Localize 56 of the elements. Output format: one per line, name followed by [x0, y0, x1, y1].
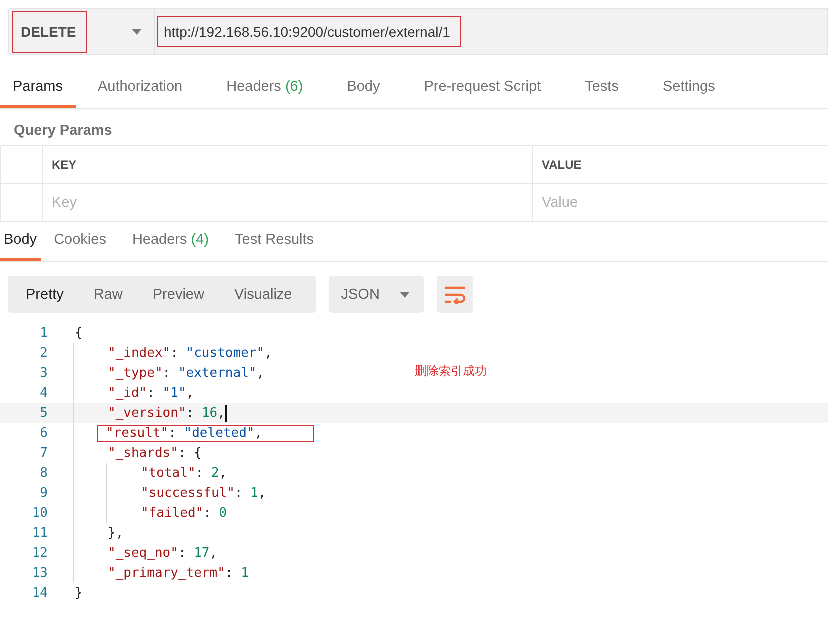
request-tab[interactable]: Headers (6): [204, 69, 326, 108]
response-tab[interactable]: Body: [0, 222, 42, 261]
response-tab[interactable]: Test Results: [222, 222, 328, 261]
view-mode-button[interactable]: Raw: [82, 286, 141, 302]
method-select[interactable]: DELETE: [9, 9, 155, 54]
request-tab[interactable]: Tests: [563, 69, 641, 108]
text-cursor: [225, 404, 228, 422]
line-number: 11: [31, 526, 48, 540]
column-header: KEY: [42, 146, 532, 184]
line-number: 4: [39, 386, 48, 400]
view-mode-button[interactable]: Pretty: [14, 286, 82, 302]
line-number: 8: [39, 466, 48, 480]
code-line: {: [74, 326, 84, 340]
line-number: 9: [39, 486, 48, 500]
line-number: 10: [31, 506, 48, 520]
code-line: "total": 2,: [140, 466, 228, 480]
method-label: DELETE: [12, 10, 88, 52]
code-line: "_id": "1",: [107, 386, 196, 400]
request-tab[interactable]: Params: [0, 69, 76, 108]
annotation-note: 删除索引成功: [415, 363, 487, 380]
line-number: 12: [31, 546, 48, 560]
code-line: "_shards": {: [107, 446, 203, 460]
code-line: "_type": "external",: [107, 366, 266, 380]
code-line: "failed": 0: [140, 506, 228, 520]
section-title: Query Params: [13, 122, 114, 141]
view-mode-button[interactable]: Preview: [140, 286, 222, 302]
code-line: "_primary_term": 1: [107, 566, 250, 580]
code-line: "_index": "customer",: [107, 346, 274, 360]
column-header: VALUE: [532, 146, 828, 184]
view-mode-button[interactable]: Visualize: [222, 286, 310, 302]
format-dropdown[interactable]: JSON: [329, 276, 424, 313]
code-line: "successful": 1,: [140, 486, 268, 500]
line-number: 3: [39, 366, 48, 380]
line-number: 13: [31, 566, 48, 580]
caret-icon: [400, 292, 410, 298]
code-line: }: [74, 586, 84, 600]
request-tab[interactable]: Authorization: [76, 69, 205, 108]
code-line: "_seq_no": 17,: [107, 546, 219, 560]
code-line: },: [107, 526, 125, 540]
request-tab[interactable]: Settings: [640, 69, 738, 108]
request-tab[interactable]: Pre-request Script: [402, 69, 564, 108]
line-number: 5: [39, 406, 48, 420]
caret-icon: [132, 28, 142, 34]
request-tab[interactable]: Body: [325, 69, 402, 108]
wrap-lines-button[interactable]: [436, 276, 473, 313]
line-number: 14: [31, 586, 48, 600]
code-line: "result": "deleted",: [98, 426, 313, 440]
line-number: 7: [39, 446, 48, 460]
line-number: 2: [39, 346, 48, 360]
response-tab[interactable]: Headers (4): [119, 222, 222, 261]
line-number: 6: [39, 426, 48, 440]
code-line: "_version": 16,: [107, 404, 228, 422]
url-field[interactable]: http://192.168.56.10:9200/customer/external/1: [157, 16, 462, 47]
response-tab[interactable]: Cookies: [41, 222, 120, 261]
line-number: 1: [39, 326, 48, 340]
wrap-icon: [444, 286, 466, 304]
